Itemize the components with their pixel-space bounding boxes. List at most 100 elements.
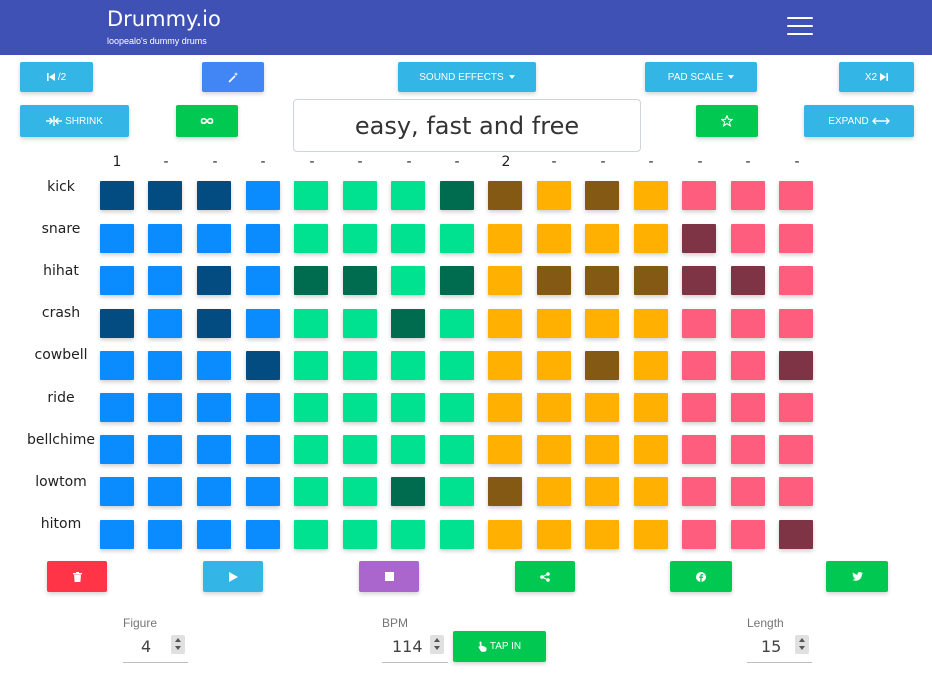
pad-snare-15[interactable] <box>779 224 813 253</box>
pad-snare-10[interactable] <box>537 224 571 253</box>
pad-bellchime-7[interactable] <box>391 435 425 464</box>
pad-snare-1[interactable] <box>100 224 134 253</box>
pad-hitom-5[interactable] <box>294 520 328 549</box>
pad-snare-14[interactable] <box>731 224 765 253</box>
pad-bellchime-15[interactable] <box>779 435 813 464</box>
pad-ride-15[interactable] <box>779 393 813 422</box>
pad-crash-1-active[interactable] <box>100 309 134 338</box>
brand-title[interactable]: Drummy.io <box>107 7 221 31</box>
pad-kick-8-active[interactable] <box>440 181 474 210</box>
figure-stepper[interactable] <box>171 635 185 654</box>
pad-lowtom-5[interactable] <box>294 477 328 506</box>
pad-snare-3[interactable] <box>197 224 231 253</box>
pad-lowtom-11[interactable] <box>585 477 619 506</box>
pad-kick-7[interactable] <box>391 181 425 210</box>
pad-lowtom-14[interactable] <box>731 477 765 506</box>
pad-cowbell-7[interactable] <box>391 351 425 380</box>
pad-kick-1-active[interactable] <box>100 181 134 210</box>
pad-hihat-2[interactable] <box>148 266 182 295</box>
pad-lowtom-7-active[interactable] <box>391 477 425 506</box>
sound-effects-dropdown[interactable]: SOUND EFFECTS <box>398 62 536 92</box>
pad-ride-10[interactable] <box>537 393 571 422</box>
hamburger-icon[interactable] <box>787 15 813 37</box>
pad-hihat-12-active[interactable] <box>634 266 668 295</box>
pad-bellchime-10[interactable] <box>537 435 571 464</box>
pad-crash-9[interactable] <box>488 309 522 338</box>
pad-bellchime-14[interactable] <box>731 435 765 464</box>
pad-cowbell-13[interactable] <box>682 351 716 380</box>
pad-snare-11[interactable] <box>585 224 619 253</box>
pad-ride-13[interactable] <box>682 393 716 422</box>
pad-snare-5[interactable] <box>294 224 328 253</box>
half-length-button[interactable]: /2 <box>20 62 93 92</box>
pad-ride-2[interactable] <box>148 393 182 422</box>
pad-kick-10[interactable] <box>537 181 571 210</box>
pad-scale-dropdown[interactable]: PAD SCALE <box>645 62 757 92</box>
length-stepper[interactable] <box>795 635 809 654</box>
facebook-share-button[interactable] <box>670 561 732 592</box>
pad-cowbell-4-active[interactable] <box>246 351 280 380</box>
pad-cowbell-2[interactable] <box>148 351 182 380</box>
bpm-stepper[interactable] <box>430 635 444 654</box>
pad-bellchime-6[interactable] <box>343 435 377 464</box>
pad-lowtom-12[interactable] <box>634 477 668 506</box>
pad-crash-5[interactable] <box>294 309 328 338</box>
pad-ride-6[interactable] <box>343 393 377 422</box>
pad-bellchime-3[interactable] <box>197 435 231 464</box>
bpm-input[interactable]: 114 <box>382 633 448 663</box>
pad-hitom-12[interactable] <box>634 520 668 549</box>
pad-hihat-10-active[interactable] <box>537 266 571 295</box>
pad-lowtom-13[interactable] <box>682 477 716 506</box>
pad-snare-6[interactable] <box>343 224 377 253</box>
pad-hitom-7[interactable] <box>391 520 425 549</box>
pad-crash-3-active[interactable] <box>197 309 231 338</box>
pad-bellchime-4[interactable] <box>246 435 280 464</box>
pad-kick-11-active[interactable] <box>585 181 619 210</box>
pad-kick-3-active[interactable] <box>197 181 231 210</box>
pad-ride-9[interactable] <box>488 393 522 422</box>
pad-hitom-2[interactable] <box>148 520 182 549</box>
pad-lowtom-2[interactable] <box>148 477 182 506</box>
pad-kick-2-active[interactable] <box>148 181 182 210</box>
pad-kick-12[interactable] <box>634 181 668 210</box>
pad-hitom-9[interactable] <box>488 520 522 549</box>
pad-snare-9[interactable] <box>488 224 522 253</box>
pad-ride-12[interactable] <box>634 393 668 422</box>
pad-kick-9-active[interactable] <box>488 181 522 210</box>
pad-ride-14[interactable] <box>731 393 765 422</box>
expand-button[interactable]: EXPAND <box>804 105 914 137</box>
pad-crash-2[interactable] <box>148 309 182 338</box>
double-length-button[interactable]: X2 <box>839 62 914 92</box>
pad-bellchime-13[interactable] <box>682 435 716 464</box>
pad-crash-10[interactable] <box>537 309 571 338</box>
pad-hitom-1[interactable] <box>100 520 134 549</box>
pad-bellchime-2[interactable] <box>148 435 182 464</box>
pad-kick-15[interactable] <box>779 181 813 210</box>
pad-ride-7[interactable] <box>391 393 425 422</box>
pad-crash-15[interactable] <box>779 309 813 338</box>
pad-bellchime-11[interactable] <box>585 435 619 464</box>
pad-snare-4[interactable] <box>246 224 280 253</box>
pad-lowtom-8[interactable] <box>440 477 474 506</box>
pad-crash-14[interactable] <box>731 309 765 338</box>
pad-crash-6[interactable] <box>343 309 377 338</box>
pad-ride-4[interactable] <box>246 393 280 422</box>
pad-crash-13[interactable] <box>682 309 716 338</box>
tap-in-button[interactable]: TAP IN <box>453 631 546 662</box>
pad-hitom-10[interactable] <box>537 520 571 549</box>
pad-lowtom-9-active[interactable] <box>488 477 522 506</box>
pad-kick-4[interactable] <box>246 181 280 210</box>
pad-cowbell-6[interactable] <box>343 351 377 380</box>
pad-cowbell-1[interactable] <box>100 351 134 380</box>
pad-bellchime-12[interactable] <box>634 435 668 464</box>
pad-cowbell-3[interactable] <box>197 351 231 380</box>
pad-hihat-1[interactable] <box>100 266 134 295</box>
pad-hitom-13[interactable] <box>682 520 716 549</box>
pad-hitom-3[interactable] <box>197 520 231 549</box>
pad-lowtom-3[interactable] <box>197 477 231 506</box>
share-button[interactable] <box>515 561 575 592</box>
pad-hihat-3-active[interactable] <box>197 266 231 295</box>
shrink-button[interactable]: SHRINK <box>20 105 129 137</box>
pad-lowtom-6[interactable] <box>343 477 377 506</box>
pad-hitom-4[interactable] <box>246 520 280 549</box>
